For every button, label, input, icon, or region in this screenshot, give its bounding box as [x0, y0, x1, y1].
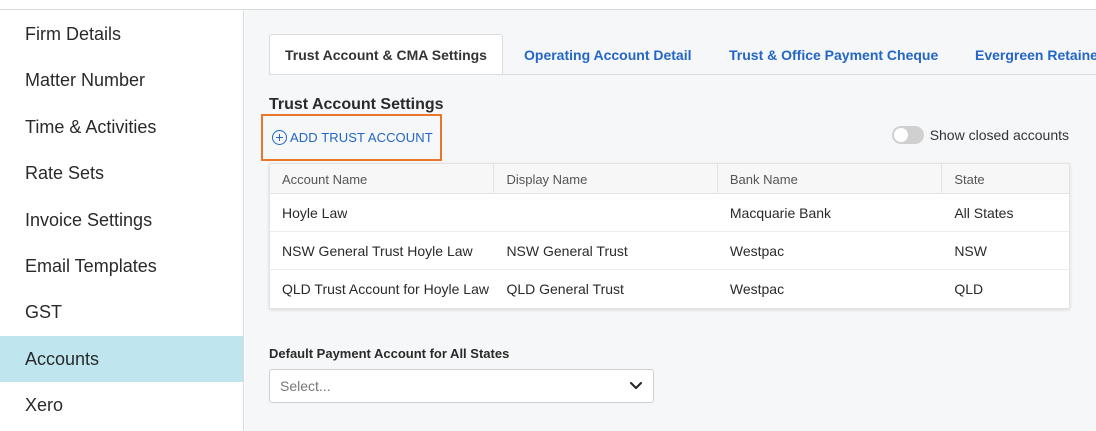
- sidebar-item-label: Invoice Settings: [25, 209, 153, 230]
- toggle-knob: [893, 128, 908, 142]
- trust-accounts-table: Account Name Display Name Bank Name Stat…: [269, 163, 1070, 309]
- cell-display-name: [494, 194, 717, 232]
- toggle-switch[interactable]: [891, 126, 924, 144]
- plus-circle-icon: [272, 130, 287, 145]
- sidebar-item-matter-number[interactable]: Matter Number: [0, 57, 243, 103]
- settings-sidebar: Firm Details Matter Number Time & Activi…: [0, 10, 244, 431]
- column-header-account-name[interactable]: Account Name: [270, 164, 495, 194]
- sidebar-item-xero[interactable]: Xero: [0, 382, 243, 428]
- cell-account-name: NSW General Trust Hoyle Law: [282, 243, 473, 259]
- sidebar-item-time-activities[interactable]: Time & Activities: [0, 104, 243, 150]
- sidebar-item-label: Firm Details: [25, 23, 122, 44]
- cell-state: QLD: [954, 281, 984, 297]
- sidebar-item-email-templates[interactable]: Email Templates: [0, 243, 243, 289]
- tab-operating-account-detail[interactable]: Operating Account Detail: [524, 34, 692, 74]
- column-header-display-name[interactable]: Display Name: [494, 164, 718, 194]
- sidebar-item-label: Time & Activities: [25, 116, 157, 137]
- tab-evergreen-retainer[interactable]: Evergreen Retainer: [975, 34, 1096, 74]
- default-payment-account-label: Default Payment Account for All States: [269, 346, 510, 361]
- sidebar-item-gst[interactable]: GST: [0, 289, 243, 335]
- select-placeholder: Select...: [280, 378, 331, 394]
- tab-trust-office-payment-cheque[interactable]: Trust & Office Payment Cheque: [729, 34, 938, 74]
- add-trust-account-label: ADD TRUST ACCOUNT: [290, 130, 433, 145]
- sidebar-item-invoice-settings[interactable]: Invoice Settings: [0, 197, 243, 243]
- table-row[interactable]: Hoyle Law Macquarie Bank All States: [270, 194, 1069, 232]
- column-header-bank-name[interactable]: Bank Name: [718, 164, 943, 194]
- sidebar-item-label: Rate Sets: [25, 162, 105, 183]
- table-row[interactable]: QLD Trust Account for Hoyle Law QLD Gene…: [270, 270, 1069, 308]
- table-header: Account Name Display Name Bank Name Stat…: [270, 164, 1069, 194]
- settings-tabs: Trust Account & CMA Settings Operating A…: [269, 34, 1096, 75]
- cell-bank-name: Macquarie Bank: [729, 205, 832, 221]
- cell-bank-name: Westpac: [729, 281, 785, 297]
- show-closed-accounts-toggle[interactable]: Show closed accounts: [891, 126, 1069, 144]
- add-trust-account-button[interactable]: ADD TRUST ACCOUNT: [261, 114, 442, 161]
- sidebar-item-accounts[interactable]: Accounts: [0, 336, 243, 382]
- sidebar-item-label: GST: [25, 301, 63, 322]
- toggle-label: Show closed accounts: [929, 127, 1069, 143]
- default-payment-account-select[interactable]: Select...: [269, 369, 654, 403]
- cell-state: NSW: [954, 243, 987, 259]
- sidebar-item-label: Email Templates: [25, 255, 157, 276]
- cell-bank-name: Westpac: [729, 243, 785, 259]
- column-header-state[interactable]: State: [942, 164, 1069, 194]
- section-title: Trust Account Settings: [269, 96, 444, 113]
- cell-account-name: Hoyle Law: [282, 205, 348, 221]
- cell-account-name: QLD Trust Account for Hoyle Law: [282, 281, 489, 297]
- sidebar-item-label: Xero: [25, 394, 64, 415]
- cell-display-name: QLD General Trust: [506, 281, 624, 297]
- cell-display-name: NSW General Trust: [506, 243, 628, 259]
- chevron-down-icon: [630, 382, 642, 389]
- sidebar-item-firm-details[interactable]: Firm Details: [0, 11, 243, 57]
- cell-state: All States: [954, 205, 1014, 221]
- sidebar-item-rate-sets[interactable]: Rate Sets: [0, 150, 243, 196]
- tab-trust-account-cma-settings[interactable]: Trust Account & CMA Settings: [269, 34, 503, 74]
- table-row[interactable]: NSW General Trust Hoyle Law NSW General …: [270, 232, 1069, 270]
- sidebar-item-label: Accounts: [25, 348, 100, 369]
- accounts-settings-panel: Trust Account & CMA Settings Operating A…: [245, 10, 1096, 431]
- sidebar-item-label: Matter Number: [25, 69, 146, 90]
